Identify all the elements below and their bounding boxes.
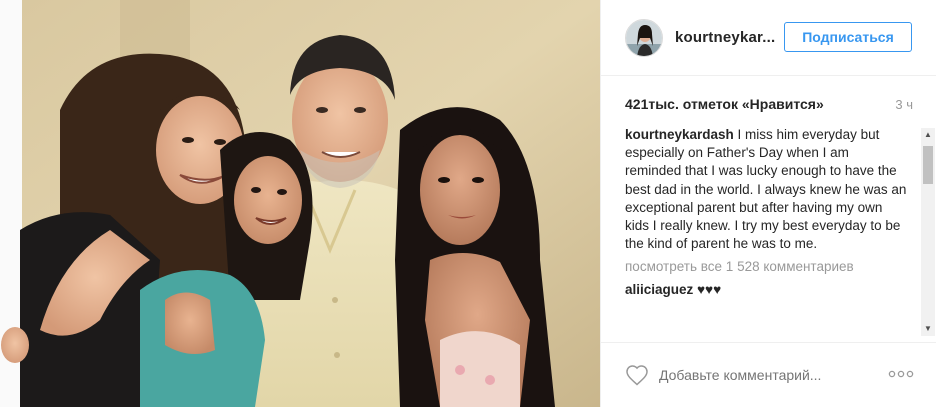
comments-scrollbar[interactable]: ▲ ▼ — [921, 128, 935, 336]
caption-text: I miss him everyday but especially on Fa… — [625, 127, 907, 252]
view-all-comments-link[interactable]: посмотреть все 1 528 комментариев — [625, 259, 915, 274]
post-image — [0, 0, 600, 407]
post-photo[interactable] — [0, 0, 600, 407]
comment-text: ♥♥♥ — [693, 282, 722, 298]
post-details-panel: kourtneykar... Подписаться 421тыс. отмет… — [600, 0, 936, 407]
comments-list: kourtneykardash I miss him everyday but … — [625, 126, 915, 336]
scroll-down-arrow-icon[interactable]: ▼ — [921, 322, 935, 336]
caption: kourtneykardash I miss him everyday but … — [625, 126, 907, 253]
follow-button[interactable]: Подписаться — [784, 22, 912, 52]
scroll-thumb[interactable] — [923, 146, 933, 184]
likes-count[interactable]: 421тыс. отметок «Нравится» — [625, 96, 824, 112]
heart-icon[interactable] — [625, 364, 649, 386]
more-options-icon[interactable] — [888, 368, 914, 380]
avatar-image — [626, 19, 662, 56]
likes-row: 421тыс. отметок «Нравится» 3 ч — [625, 94, 913, 114]
header-username[interactable]: kourtneykar... — [675, 29, 801, 46]
post-header: kourtneykar... Подписаться — [601, 0, 936, 76]
caption-username[interactable]: kourtneykardash — [625, 127, 734, 142]
post-time[interactable]: 3 ч — [895, 97, 913, 112]
add-comment-input[interactable] — [659, 367, 879, 383]
comment-username[interactable]: aliiciaguez — [625, 282, 693, 297]
comment-composer — [601, 342, 936, 407]
comment-item: aliiciaguez ♥♥♥ — [625, 282, 915, 297]
scroll-up-arrow-icon[interactable]: ▲ — [921, 128, 935, 142]
avatar[interactable] — [625, 18, 663, 57]
